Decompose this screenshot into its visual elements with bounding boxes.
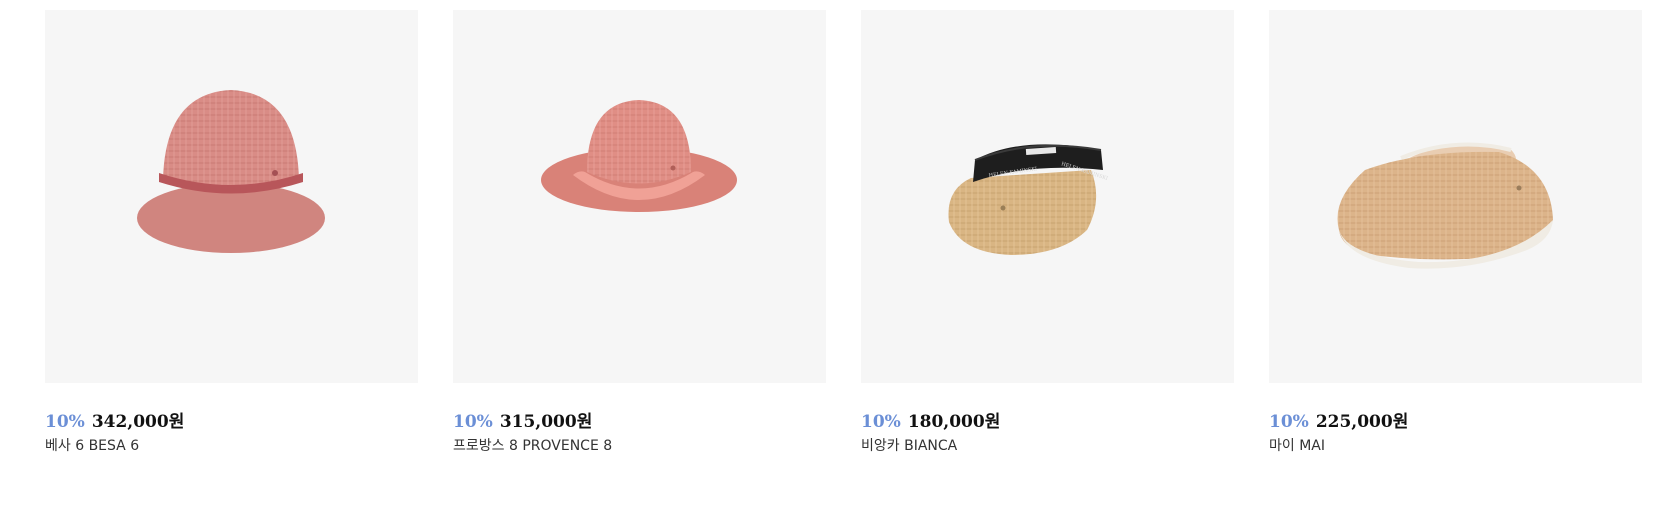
price-row: 10% 342,000원 xyxy=(45,407,418,432)
product-grid: 10% 342,000원 베사 6 BESA 6 10% 315,000원 프로… xyxy=(45,10,1642,455)
discount-label: 10% xyxy=(453,412,493,432)
product-image[interactable] xyxy=(45,10,418,383)
product-image[interactable]: HELEN KAMINSKI HELEN KAMINSKI xyxy=(861,10,1234,383)
product-name[interactable]: 비앙카 BIANCA xyxy=(861,435,1234,455)
price-row: 10% 225,000원 xyxy=(1269,407,1642,432)
product-card[interactable]: HELEN KAMINSKI HELEN KAMINSKI 10% 180,00… xyxy=(861,10,1234,455)
price-label: 180,000원 xyxy=(907,412,1001,432)
price-row: 10% 180,000원 xyxy=(861,407,1234,432)
product-card[interactable]: 10% 225,000원 마이 MAI xyxy=(1269,10,1642,455)
bucket-hat-icon xyxy=(137,90,325,253)
price-label: 225,000원 xyxy=(1315,412,1409,432)
product-card[interactable]: 10% 342,000원 베사 6 BESA 6 xyxy=(45,10,418,455)
product-name[interactable]: 프로방스 8 PROVENCE 8 xyxy=(453,435,826,455)
discount-label: 10% xyxy=(45,412,85,432)
product-name[interactable]: 베사 6 BESA 6 xyxy=(45,435,418,455)
brim-hat-icon xyxy=(541,100,737,212)
visor-icon xyxy=(1337,142,1553,269)
discount-label: 10% xyxy=(861,412,901,432)
price-row: 10% 315,000원 xyxy=(453,407,826,432)
product-image[interactable] xyxy=(1269,10,1642,383)
discount-label: 10% xyxy=(1269,412,1309,432)
visor-icon: HELEN KAMINSKI HELEN KAMINSKI xyxy=(948,144,1109,255)
product-image[interactable] xyxy=(453,10,826,383)
price-label: 342,000원 xyxy=(91,412,185,432)
price-label: 315,000원 xyxy=(499,412,593,432)
product-name[interactable]: 마이 MAI xyxy=(1269,435,1642,455)
product-card[interactable]: 10% 315,000원 프로방스 8 PROVENCE 8 xyxy=(453,10,826,455)
